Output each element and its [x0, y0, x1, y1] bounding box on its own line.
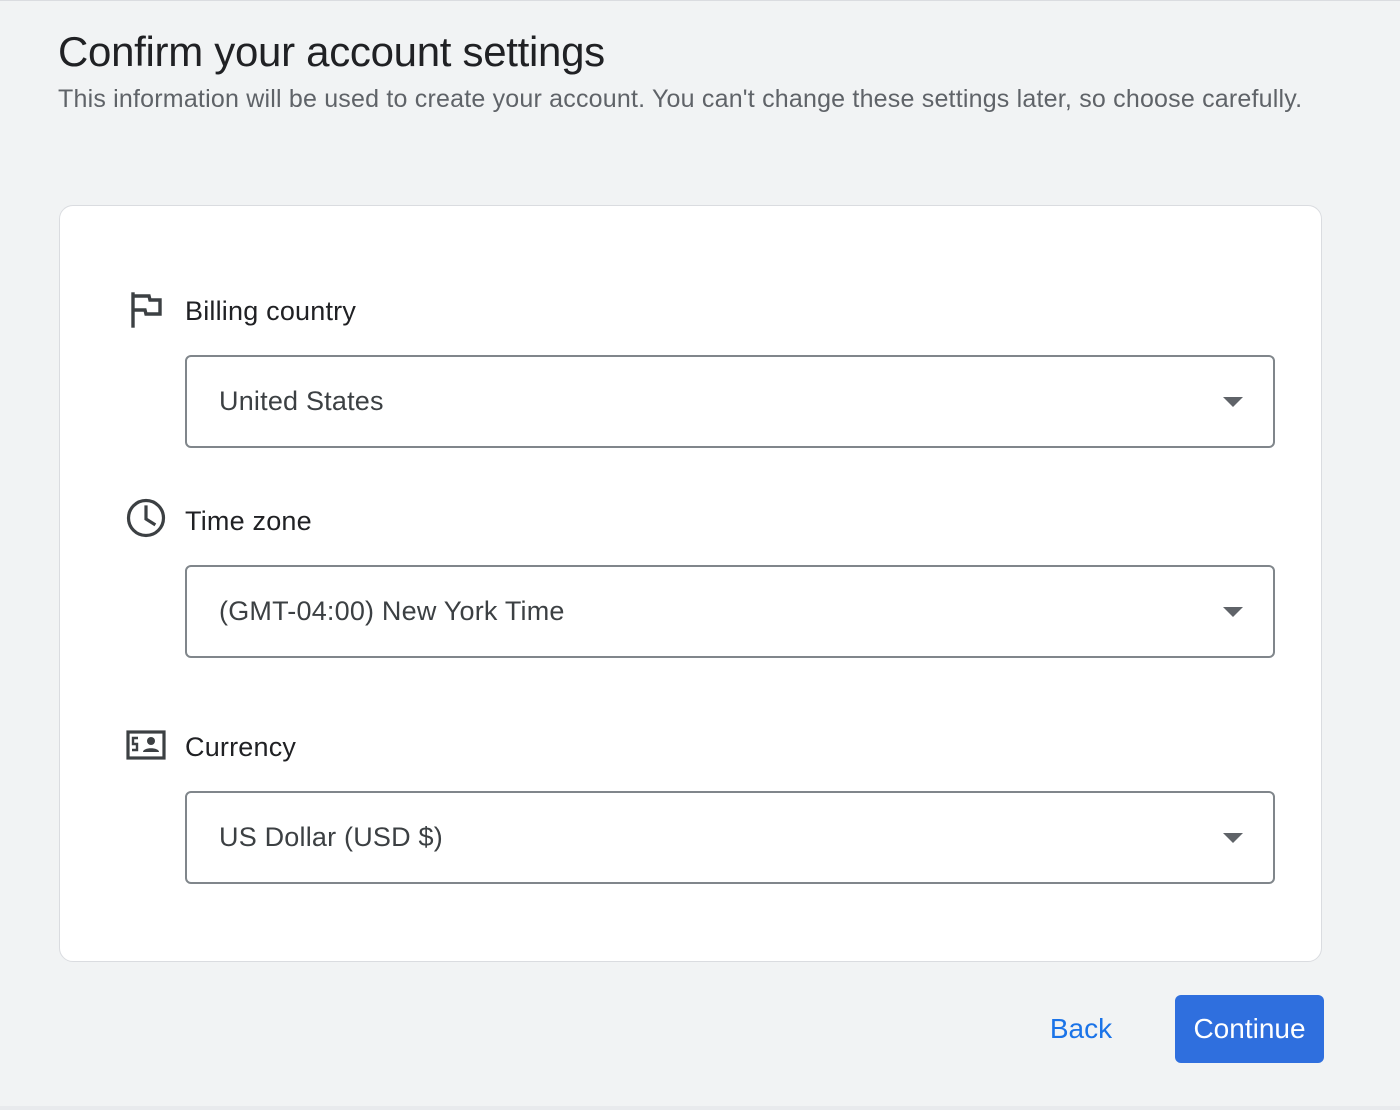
settings-card: Billing country United States Time zone …: [59, 205, 1322, 962]
billing-country-label: Billing country: [185, 296, 357, 326]
back-button[interactable]: Back: [1030, 995, 1132, 1063]
time-zone-label: Time zone: [185, 506, 312, 536]
chevron-down-icon: [1223, 833, 1243, 843]
chevron-down-icon: [1223, 607, 1243, 617]
currency-label: Currency: [185, 732, 297, 762]
currency-icon: [126, 725, 166, 765]
top-divider: [0, 0, 1400, 1]
billing-country-value: United States: [219, 386, 384, 416]
chevron-down-icon: [1223, 397, 1243, 407]
billing-country-select[interactable]: United States: [185, 355, 1275, 448]
continue-button[interactable]: Continue: [1175, 995, 1324, 1063]
flag-icon: [126, 290, 166, 330]
time-zone-select[interactable]: (GMT-04:00) New York Time: [185, 565, 1275, 658]
currency-value: US Dollar (USD $): [219, 822, 443, 852]
page-title: Confirm your account settings: [58, 28, 605, 75]
clock-icon: [126, 498, 166, 538]
time-zone-value: (GMT-04:00) New York Time: [219, 596, 565, 626]
page-subtitle: This information will be used to create …: [58, 85, 1303, 113]
currency-select[interactable]: US Dollar (USD $): [185, 791, 1275, 884]
bottom-divider: [0, 1106, 1400, 1110]
